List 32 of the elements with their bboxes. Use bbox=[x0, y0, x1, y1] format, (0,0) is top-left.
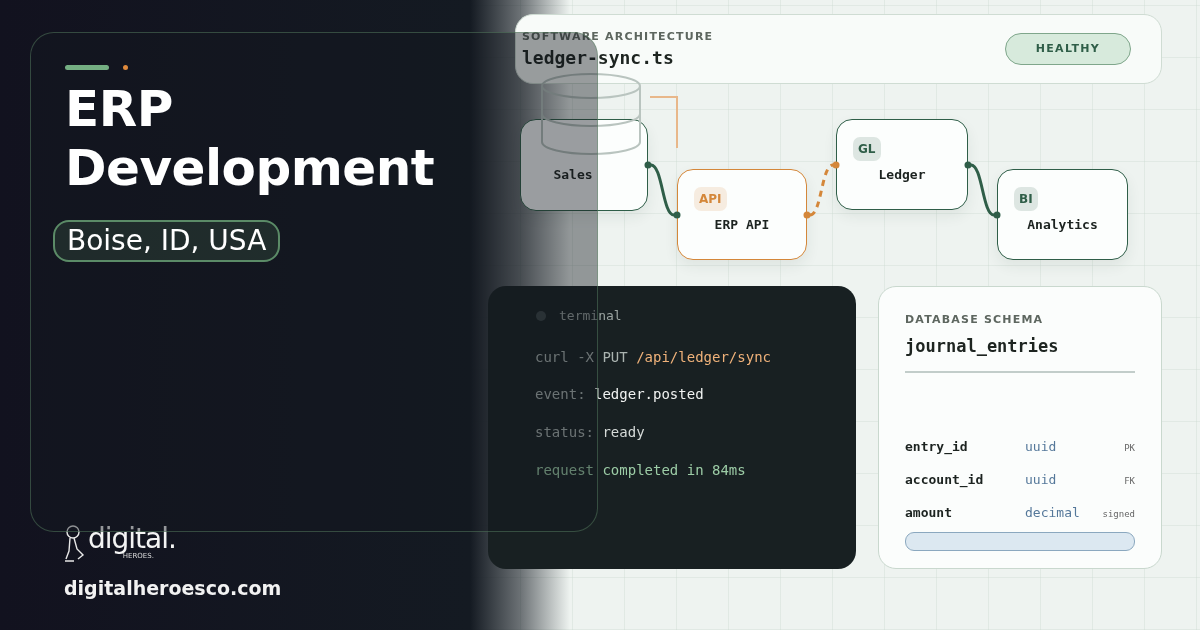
column-name: amount bbox=[905, 504, 953, 521]
terminal-line: curl -X PUT /api/ledger/sync bbox=[535, 348, 772, 366]
terminal-title: terminal bbox=[559, 308, 622, 324]
terminal-line: request completed in 84ms bbox=[535, 462, 747, 479]
node-label: ERP API bbox=[713, 217, 771, 233]
database-icon bbox=[540, 72, 642, 156]
column-type: uuid bbox=[1025, 438, 1058, 455]
table-name: journal_entries bbox=[905, 336, 1060, 357]
node-label: Analytics bbox=[1026, 217, 1099, 233]
hero-title: ERP Development bbox=[65, 80, 436, 198]
terminal-line: event: ledger.posted bbox=[535, 386, 705, 404]
corner-bracket-icon bbox=[650, 96, 678, 148]
column-tag: signed bbox=[1102, 508, 1135, 520]
node-badge: GL bbox=[853, 137, 881, 161]
logo-wordmark: digital. bbox=[88, 525, 176, 554]
column-type: decimal bbox=[1025, 504, 1081, 521]
node-label: Ledger bbox=[877, 167, 927, 183]
column-name: entry_id bbox=[905, 438, 969, 455]
column-tag: PK bbox=[1124, 442, 1135, 454]
accent-line bbox=[65, 65, 109, 70]
section-label: DATABASE SCHEMA bbox=[905, 313, 1045, 327]
location-tag: Boise, ID, USA bbox=[53, 220, 281, 262]
website-url: digitalheroesco.com bbox=[64, 577, 283, 600]
node-label: Sales bbox=[552, 167, 594, 183]
column-name: account_id bbox=[905, 471, 985, 488]
column-type: uuid bbox=[1025, 471, 1058, 488]
node-badge: API bbox=[694, 187, 727, 211]
status-badge: HEALTHY bbox=[1004, 33, 1131, 65]
column-tag: FK bbox=[1124, 475, 1135, 487]
node-badge: BI bbox=[1014, 187, 1038, 211]
terminal-line: status: ready bbox=[535, 424, 646, 441]
accent-dot bbox=[123, 65, 128, 70]
